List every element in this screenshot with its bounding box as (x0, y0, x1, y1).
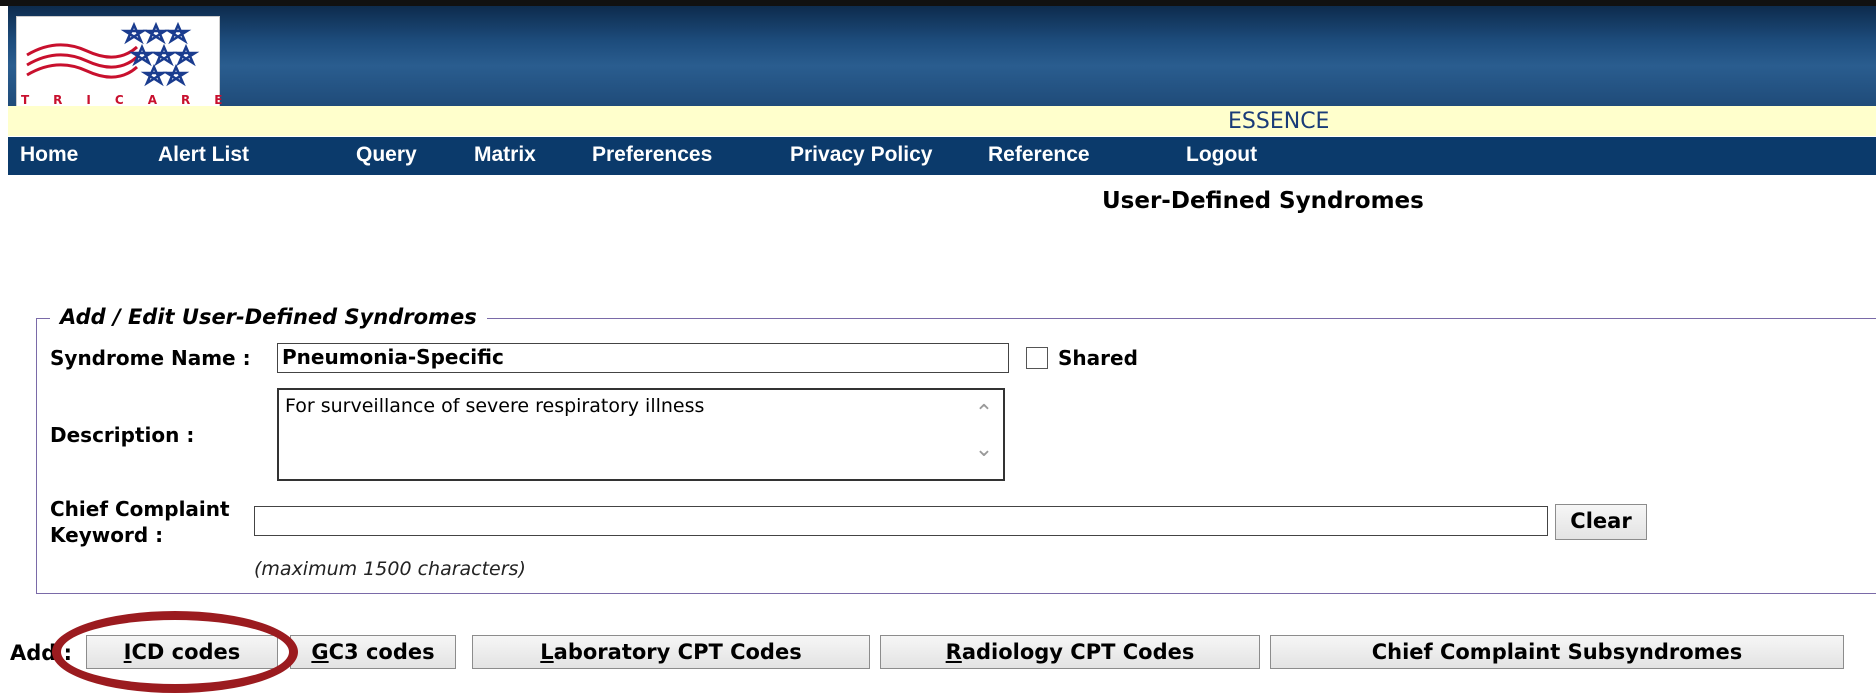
nav-matrix[interactable]: Matrix (474, 143, 536, 167)
header-banner: TRICARE (8, 6, 1876, 110)
nav-query[interactable]: Query (356, 143, 417, 167)
nav-preferences[interactable]: Preferences (592, 143, 712, 167)
nav-alert-list[interactable]: Alert List (158, 143, 249, 167)
chief-complaint-label-line1: Chief Complaint (50, 497, 230, 521)
main-nav: Home Alert List Query Matrix Preferences… (8, 137, 1876, 175)
chief-complaint-keyword-input[interactable] (254, 506, 1548, 536)
add-laboratory-cpt-codes-button[interactable]: Laboratory CPT Codes (472, 635, 870, 669)
description-textarea[interactable]: For surveillance of severe respiratory i… (277, 388, 1005, 481)
nav-privacy-policy[interactable]: Privacy Policy (790, 143, 932, 167)
app-title: ESSENCE (1228, 109, 1330, 134)
max-characters-hint: (maximum 1500 characters) (254, 558, 526, 580)
shared-label: Shared (1058, 346, 1138, 370)
add-label: Add : (10, 641, 73, 665)
tricare-logo: TRICARE (16, 16, 247, 110)
page-title: User-Defined Syndromes (1102, 188, 1424, 214)
nav-home[interactable]: Home (20, 143, 78, 167)
description-text: For surveillance of severe respiratory i… (285, 395, 705, 417)
description-label: Description : (50, 423, 195, 447)
nav-logout[interactable]: Logout (1186, 143, 1257, 167)
syndrome-name-input[interactable]: Pneumonia-Specific (277, 343, 1009, 373)
stars-stripes-icon (26, 21, 200, 87)
add-radiology-cpt-codes-button[interactable]: Radiology CPT Codes (880, 635, 1260, 669)
form-legend: Add / Edit User-Defined Syndromes (50, 305, 487, 329)
logo-text: TRICARE (21, 93, 247, 107)
add-gc3-codes-button[interactable]: GC3 codes (290, 635, 456, 669)
clear-button[interactable]: Clear (1555, 504, 1647, 540)
nav-reference[interactable]: Reference (988, 143, 1090, 167)
shared-checkbox[interactable] (1026, 347, 1048, 369)
syndrome-name-label: Syndrome Name : (50, 346, 251, 370)
textarea-scrollbar[interactable]: ⌃ ⌄ (969, 396, 999, 476)
chief-complaint-label: Chief Complaint Keyword : (50, 496, 230, 548)
scroll-down-icon[interactable]: ⌄ (969, 432, 999, 468)
chief-complaint-label-line2: Keyword : (50, 523, 164, 547)
add-chief-complaint-subsyndromes-button[interactable]: Chief Complaint Subsyndromes (1270, 635, 1844, 669)
scroll-up-icon[interactable]: ⌃ (969, 396, 999, 432)
add-icd-codes-button[interactable]: ICD codes (86, 635, 278, 669)
app-title-band: ESSENCE (8, 106, 1876, 136)
